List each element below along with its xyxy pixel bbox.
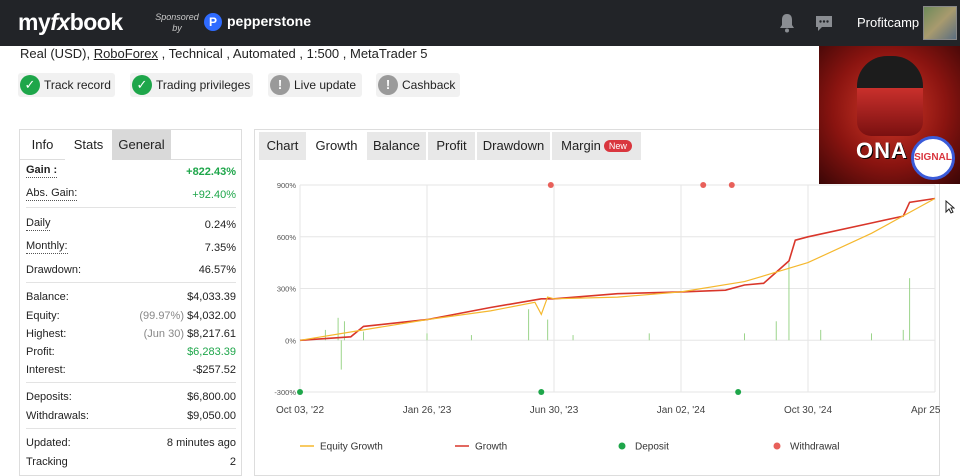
username[interactable]: Profitcamp	[857, 15, 919, 30]
stat-daily: Daily 0.24%	[26, 217, 236, 231]
stat-deposits: Deposits: $6,800.00	[26, 391, 236, 403]
signal-seal-badge: SIGNAL	[911, 136, 955, 180]
legend-label: Equity Growth	[320, 442, 383, 453]
legend-swatch	[773, 442, 781, 450]
withdrawal-marker	[547, 182, 554, 188]
tab-drawdown[interactable]: Drawdown	[477, 132, 550, 160]
legend-swatch	[618, 442, 626, 450]
broker-link[interactable]: RoboForex	[94, 46, 158, 61]
top-navigation-bar: myfxbook Sponsored by P pepperstone Prof…	[0, 0, 960, 46]
divider	[26, 382, 236, 383]
badge-trading-privileges[interactable]: ✓ Trading privileges	[130, 73, 253, 97]
stat-interest: Interest: -$257.52	[26, 364, 236, 376]
stat-drawdown: Drawdown: 46.57%	[26, 264, 236, 276]
sponsored-label: Sponsored by	[155, 12, 199, 33]
growth-chart[interactable]: 900% 600% 300% 0% -300% Oct 03, '22 Jan 26, '2…	[255, 160, 941, 476]
bell-icon[interactable]	[778, 13, 796, 33]
pepperstone-logo-icon[interactable]: P	[204, 13, 222, 31]
divider	[26, 282, 236, 283]
legend-label: Growth	[475, 442, 507, 453]
x-tick-label: Jun 30, '23	[530, 405, 579, 416]
account-info: Real (USD), RoboForex , Technical , Auto…	[20, 46, 428, 61]
tab-info[interactable]: Info	[20, 130, 65, 160]
series-line-growth	[299, 197, 936, 342]
legend-label: Withdrawal	[790, 442, 839, 453]
advertisement-banner[interactable]: ONA SIGNAL	[819, 46, 960, 184]
tab-growth[interactable]: Growth	[308, 132, 365, 160]
badge-track-record[interactable]: ✓ Track record	[18, 73, 115, 97]
check-icon: ✓	[20, 75, 40, 95]
samurai-mask-image	[857, 56, 923, 136]
withdrawal-marker	[728, 182, 735, 188]
stat-monthly: Monthly: 7.35%	[26, 240, 236, 254]
y-tick-label: 0%	[285, 336, 296, 345]
tab-chart[interactable]: Chart	[259, 132, 306, 160]
stat-profit: Profit: $6,283.39	[26, 346, 236, 358]
new-badge: New	[603, 140, 632, 152]
stats-tabs: Info Stats General	[20, 130, 241, 160]
tab-margin[interactable]: Margin New	[552, 132, 641, 160]
stat-highest: Highest: (Jun 30) $8,217.61	[26, 328, 236, 340]
deposit-marker	[538, 389, 545, 395]
stat-gain: Gain : +822.43%	[26, 164, 236, 178]
check-icon: ✓	[132, 75, 152, 95]
stats-panel: Info Stats General Gain : +822.43% Abs. …	[19, 129, 242, 476]
tab-balance[interactable]: Balance	[367, 132, 426, 160]
ad-text: ONA	[856, 138, 908, 163]
stat-equity: Equity: (99.97%) $4,032.00	[26, 310, 236, 322]
legend-label: Deposit	[635, 442, 669, 453]
tab-stats[interactable]: Stats	[65, 130, 112, 160]
x-tick-label: Jan 26, '23	[403, 405, 452, 416]
divider	[26, 207, 236, 208]
divider	[26, 428, 236, 429]
mouse-cursor-icon	[945, 200, 955, 214]
exclamation-icon: !	[378, 75, 398, 95]
stat-balance: Balance: $4,033.39	[26, 291, 236, 303]
stat-updated: Updated: 8 minutes ago	[26, 437, 236, 449]
x-tick-label: Oct 30, '24	[784, 405, 832, 416]
badge-cashback[interactable]: ! Cashback	[376, 73, 460, 97]
x-tick-label: Apr 25, '25	[911, 405, 941, 416]
avatar[interactable]	[923, 6, 957, 40]
exclamation-icon: !	[270, 75, 290, 95]
y-tick-label: 900%	[277, 181, 297, 190]
series-line-equity-growth	[299, 197, 936, 341]
y-tick-label: 300%	[277, 285, 297, 294]
tab-general[interactable]: General	[112, 130, 171, 160]
badge-live-update[interactable]: ! Live update	[268, 73, 362, 97]
x-tick-label: Oct 03, '22	[276, 405, 324, 416]
sponsor-name[interactable]: pepperstone	[227, 13, 311, 29]
x-tick-label: Jan 02, '24	[657, 405, 706, 416]
deposit-marker	[735, 389, 742, 395]
myfxbook-logo[interactable]: myfxbook	[18, 9, 123, 36]
stat-withdrawals: Withdrawals: $9,050.00	[26, 410, 236, 422]
stat-tracking: Tracking 2	[26, 456, 236, 468]
y-tick-label: 600%	[277, 233, 297, 242]
withdrawal-marker	[700, 182, 707, 188]
stat-abs-gain: Abs. Gain: +92.40%	[26, 187, 236, 201]
tab-profit[interactable]: Profit	[428, 132, 475, 160]
chat-icon[interactable]	[814, 13, 834, 33]
main-content: Real (USD), RoboForex , Technical , Auto…	[0, 46, 960, 476]
y-tick-label: -300%	[274, 388, 296, 397]
deposit-marker	[297, 389, 303, 395]
